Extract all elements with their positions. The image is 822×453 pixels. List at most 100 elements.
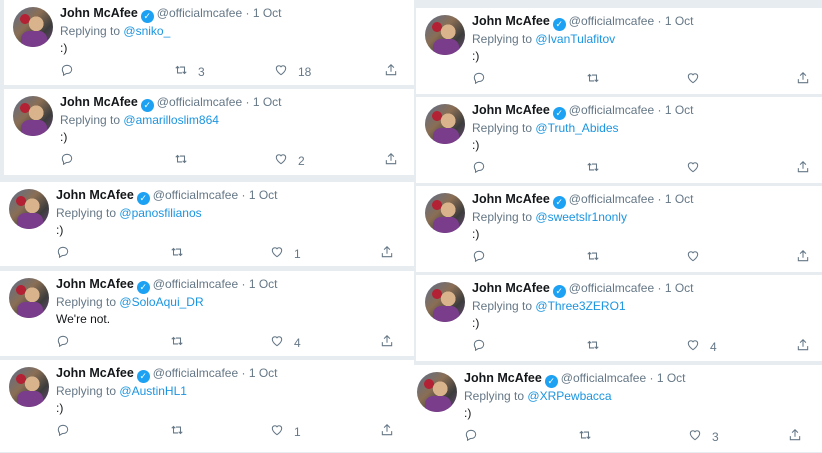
share-button[interactable] bbox=[796, 71, 810, 88]
reply-mention-link[interactable]: @sniko_ bbox=[123, 24, 170, 38]
author-name[interactable]: John McAfee bbox=[472, 281, 550, 295]
author-name[interactable]: John McAfee bbox=[60, 95, 138, 109]
author-name[interactable]: John McAfee bbox=[56, 366, 134, 380]
reply-button[interactable] bbox=[56, 245, 70, 262]
reply-button[interactable] bbox=[56, 423, 70, 440]
retweet-button[interactable] bbox=[578, 428, 602, 445]
reply-button[interactable] bbox=[472, 71, 486, 88]
share-button[interactable] bbox=[384, 152, 398, 169]
reply-mention-link[interactable]: @AustinHL1 bbox=[119, 384, 187, 398]
reply-button[interactable] bbox=[472, 160, 486, 177]
like-button[interactable]: 1 bbox=[270, 423, 301, 440]
tweet-card[interactable]: John McAfee ✓ @officialmcafee · 1 Oct Repl… bbox=[416, 186, 822, 273]
share-button[interactable] bbox=[380, 334, 394, 351]
avatar[interactable] bbox=[13, 7, 53, 47]
share-button[interactable] bbox=[788, 428, 802, 445]
author-handle[interactable]: @officialmcafee bbox=[569, 281, 654, 295]
avatar[interactable] bbox=[425, 193, 465, 233]
avatar[interactable] bbox=[417, 372, 457, 412]
tweet-card[interactable]: John McAfee ✓ @officialmcafee · 1 Oct Repl… bbox=[4, 89, 414, 176]
author-handle[interactable]: @officialmcafee bbox=[569, 103, 654, 117]
tweet-card[interactable]: John McAfee ✓ @officialmcafee · 1 Oct Repl… bbox=[4, 0, 414, 86]
share-button[interactable] bbox=[380, 423, 394, 440]
like-button[interactable] bbox=[686, 160, 710, 177]
author-name[interactable]: John McAfee bbox=[60, 6, 138, 20]
tweet-card[interactable]: John McAfee ✓ @officialmcafee · 1 Oct Repl… bbox=[0, 271, 414, 357]
like-button[interactable]: 2 bbox=[274, 152, 305, 169]
tweet-date[interactable]: 1 Oct bbox=[657, 371, 686, 385]
tweet-date[interactable]: 1 Oct bbox=[249, 366, 278, 380]
retweet-button[interactable] bbox=[586, 71, 610, 88]
reply-mention-link[interactable]: @XRPewbacca bbox=[527, 389, 611, 403]
retweet-button[interactable] bbox=[170, 423, 194, 440]
avatar[interactable] bbox=[425, 282, 465, 322]
like-button[interactable]: 18 bbox=[274, 63, 311, 80]
tweet-date[interactable]: 1 Oct bbox=[665, 14, 694, 28]
reply-mention-link[interactable]: @panosfilianos bbox=[119, 206, 201, 220]
tweet-card[interactable]: John McAfee ✓ @officialmcafee · 1 Oct Repl… bbox=[0, 182, 414, 267]
reply-mention-link[interactable]: @SoloAqui_DR bbox=[119, 295, 203, 309]
retweet-button[interactable] bbox=[586, 338, 610, 355]
author-handle[interactable]: @officialmcafee bbox=[153, 188, 238, 202]
tweet-card[interactable]: John McAfee ✓ @officialmcafee · 1 Oct Repl… bbox=[0, 360, 414, 453]
author-handle[interactable]: @officialmcafee bbox=[561, 371, 646, 385]
like-button[interactable] bbox=[686, 71, 710, 88]
reply-button[interactable] bbox=[472, 338, 486, 355]
retweet-button[interactable] bbox=[170, 245, 194, 262]
reply-button[interactable] bbox=[472, 249, 486, 266]
tweet-card[interactable]: John McAfee ✓ @officialmcafee · 1 Oct Repl… bbox=[416, 97, 822, 184]
author-handle[interactable]: @officialmcafee bbox=[153, 277, 238, 291]
like-button[interactable] bbox=[686, 249, 710, 266]
like-button[interactable]: 1 bbox=[270, 245, 301, 262]
like-button[interactable]: 3 bbox=[688, 428, 719, 445]
reply-button[interactable] bbox=[56, 334, 70, 351]
retweet-button[interactable] bbox=[586, 249, 610, 266]
avatar[interactable] bbox=[425, 15, 465, 55]
share-button[interactable] bbox=[796, 249, 810, 266]
author-handle[interactable]: @officialmcafee bbox=[157, 6, 242, 20]
share-button[interactable] bbox=[384, 63, 398, 80]
avatar[interactable] bbox=[13, 96, 53, 136]
tweet-date[interactable]: 1 Oct bbox=[253, 95, 282, 109]
tweet-date[interactable]: 1 Oct bbox=[665, 103, 694, 117]
reply-mention-link[interactable]: @Three3ZERO1 bbox=[535, 299, 625, 313]
author-name[interactable]: John McAfee bbox=[472, 192, 550, 206]
reply-button[interactable] bbox=[60, 152, 74, 169]
reply-mention-link[interactable]: @Truth_Abides bbox=[535, 121, 618, 135]
author-name[interactable]: John McAfee bbox=[56, 188, 134, 202]
tweet-card[interactable]: John McAfee ✓ @officialmcafee · 1 Oct Repl… bbox=[416, 275, 822, 362]
tweet-card[interactable]: John McAfee ✓ @officialmcafee · 1 Oct Repl… bbox=[408, 365, 822, 453]
reply-mention-link[interactable]: @amarilloslim864 bbox=[123, 113, 219, 127]
avatar[interactable] bbox=[9, 367, 49, 407]
reply-button[interactable] bbox=[60, 63, 74, 80]
avatar[interactable] bbox=[425, 104, 465, 144]
tweet-date[interactable]: 1 Oct bbox=[249, 188, 278, 202]
author-name[interactable]: John McAfee bbox=[464, 371, 542, 385]
share-button[interactable] bbox=[796, 160, 810, 177]
retweet-button[interactable]: 3 bbox=[174, 63, 205, 80]
author-handle[interactable]: @officialmcafee bbox=[569, 14, 654, 28]
author-name[interactable]: John McAfee bbox=[56, 277, 134, 291]
author-handle[interactable]: @officialmcafee bbox=[569, 192, 654, 206]
retweet-button[interactable] bbox=[170, 334, 194, 351]
like-button[interactable]: 4 bbox=[270, 334, 301, 351]
author-name[interactable]: John McAfee bbox=[472, 103, 550, 117]
avatar[interactable] bbox=[9, 278, 49, 318]
author-handle[interactable]: @officialmcafee bbox=[157, 95, 242, 109]
tweet-date[interactable]: 1 Oct bbox=[665, 192, 694, 206]
reply-button[interactable] bbox=[464, 428, 478, 445]
tweet-date[interactable]: 1 Oct bbox=[665, 281, 694, 295]
author-handle[interactable]: @officialmcafee bbox=[153, 366, 238, 380]
share-button[interactable] bbox=[380, 245, 394, 262]
retweet-button[interactable] bbox=[586, 160, 610, 177]
tweet-date[interactable]: 1 Oct bbox=[253, 6, 282, 20]
retweet-button[interactable] bbox=[174, 152, 198, 169]
author-name[interactable]: John McAfee bbox=[472, 14, 550, 28]
avatar[interactable] bbox=[9, 189, 49, 229]
tweet-date[interactable]: 1 Oct bbox=[249, 277, 278, 291]
reply-mention-link[interactable]: @IvanTulafitov bbox=[535, 32, 615, 46]
like-button[interactable]: 4 bbox=[686, 338, 717, 355]
share-button[interactable] bbox=[796, 338, 810, 355]
reply-mention-link[interactable]: @sweetslr1nonly bbox=[535, 210, 627, 224]
tweet-card[interactable]: John McAfee ✓ @officialmcafee · 1 Oct Repl… bbox=[416, 8, 822, 95]
